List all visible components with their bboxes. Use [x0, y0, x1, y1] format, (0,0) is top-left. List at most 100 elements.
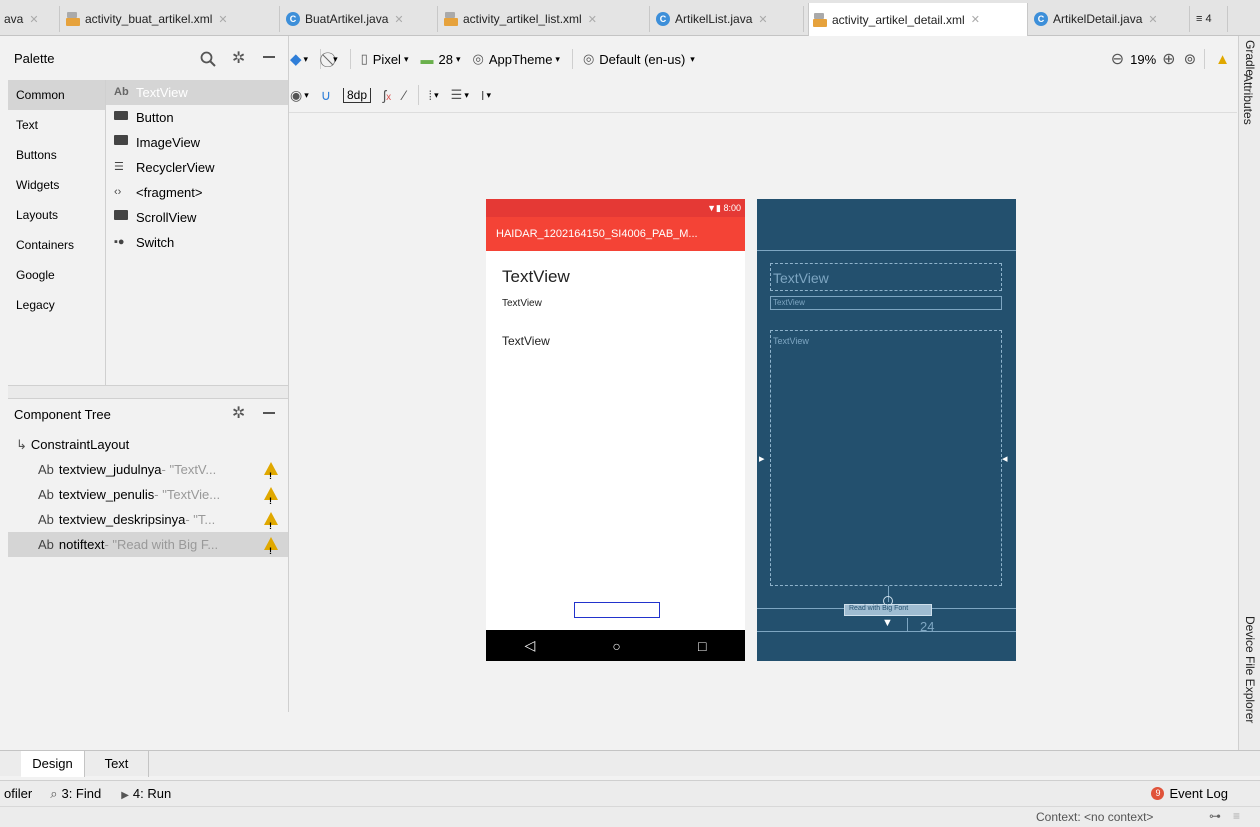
- blueprint-author-box[interactable]: TextView: [770, 296, 1002, 310]
- tab-design[interactable]: Design: [21, 751, 85, 777]
- palette-category-widgets[interactable]: Widgets: [8, 170, 105, 200]
- close-icon[interactable]: ✕: [29, 13, 38, 26]
- autoconnect-button[interactable]: ∪: [321, 87, 331, 104]
- clear-constraints-button[interactable]: ʃx: [383, 87, 391, 103]
- node-id: textview_penulis: [58, 487, 155, 502]
- minimize-icon[interactable]: [263, 412, 275, 414]
- tab-buat-artikel-java[interactable]: C BuatArtikel.java ✕: [282, 6, 438, 32]
- palette-item-switch[interactable]: ▪● Switch: [106, 230, 288, 255]
- blueprint-preview[interactable]: TextView TextView TextView ▸ ◂ Read with…: [757, 199, 1016, 661]
- close-icon[interactable]: ✕: [394, 13, 403, 26]
- palette-item-scrollview[interactable]: ScrollView: [106, 205, 288, 230]
- palette-item-recyclerview[interactable]: ☰ RecyclerView: [106, 155, 288, 180]
- warning-icon[interactable]: [264, 487, 278, 514]
- signal-icon: ▼▮: [707, 203, 724, 213]
- warning-icon[interactable]: [264, 512, 278, 539]
- constraint-arrow-left: ▸: [759, 453, 765, 465]
- node-id: notiftext: [58, 537, 105, 552]
- palette-category-layouts[interactable]: Layouts: [8, 200, 105, 230]
- zoom-level: 19%: [1130, 51, 1157, 67]
- palette-item-label: TextView: [136, 85, 188, 100]
- close-icon[interactable]: ✕: [1148, 13, 1157, 26]
- blueprint-notiftext-box[interactable]: Read with Big Font: [844, 604, 932, 616]
- tab-partial[interactable]: ava ✕: [0, 6, 60, 32]
- zoom-in-button[interactable]: ⊕: [1162, 49, 1175, 69]
- palette-category-text[interactable]: Text: [8, 110, 105, 140]
- infer-constraints-button[interactable]: ⁄: [403, 87, 405, 103]
- search-icon[interactable]: [200, 51, 216, 67]
- close-icon[interactable]: ✕: [218, 13, 227, 26]
- palette-item-fragment[interactable]: ‹› <fragment>: [106, 180, 288, 205]
- tab-artikel-list-java[interactable]: C ArtikelList.java ✕: [652, 6, 804, 32]
- palette-item-textview[interactable]: Ab TextView: [106, 80, 288, 105]
- tree-node-notiftext[interactable]: Ab notiftext- "Read with Big F...: [8, 532, 288, 564]
- palette-category-google[interactable]: Google: [8, 260, 105, 290]
- tab-overflow-button[interactable]: ≡ 4: [1192, 6, 1228, 32]
- close-icon[interactable]: ✕: [971, 13, 980, 26]
- gear-icon[interactable]: ✲: [232, 48, 245, 68]
- tree-node-textview-deskripsinya[interactable]: Ab textview_deskripsinya- "T...: [8, 507, 288, 539]
- zoom-fit-button[interactable]: ⊚: [1184, 50, 1197, 68]
- palette-category-buttons[interactable]: Buttons: [8, 140, 105, 170]
- preview-author-textview[interactable]: TextView: [502, 298, 542, 309]
- close-icon[interactable]: ✕: [588, 13, 597, 26]
- recents-icon: □: [697, 637, 707, 654]
- xml-file-icon: [66, 12, 80, 26]
- palette-category-containers[interactable]: Containers: [8, 230, 105, 260]
- find-tool-button[interactable]: ⌕ 3: Find: [50, 786, 101, 802]
- view-options-button[interactable]: ◉ ▾: [290, 87, 309, 104]
- theme-selector[interactable]: ◎ AppTheme ▾: [472, 51, 559, 67]
- preview-title-textview[interactable]: TextView: [502, 267, 570, 287]
- preview-description-textview[interactable]: TextView: [502, 334, 550, 348]
- palette-category-common[interactable]: Common: [8, 80, 105, 110]
- memory-icon[interactable]: ≡: [1233, 809, 1240, 823]
- guidelines-button[interactable]: I ▾: [481, 88, 491, 103]
- tab-text[interactable]: Text: [85, 751, 149, 777]
- align-button[interactable]: ☰ ▾: [451, 87, 469, 103]
- context-label[interactable]: Context: <no context>: [1036, 810, 1153, 824]
- profiler-tool-button[interactable]: ofiler: [4, 786, 32, 801]
- locale-selector[interactable]: ◎ Default (en-us) ▾: [583, 51, 695, 67]
- panel-splitter[interactable]: [8, 385, 288, 399]
- blueprint-description-box[interactable]: TextView: [770, 330, 1002, 586]
- phone-preview[interactable]: ▼▮ 8:00 HAIDAR_1202164150_SI4006_PAB_M..…: [486, 199, 745, 661]
- pack-button[interactable]: ⁞ ▾: [429, 88, 439, 103]
- gradle-tool-button[interactable]: Gradle: [1243, 40, 1257, 76]
- issues-button[interactable]: ▲: [1215, 51, 1230, 68]
- orientation-button[interactable]: ⃠▾: [331, 51, 338, 68]
- default-margins-button[interactable]: 8dp: [343, 87, 372, 103]
- run-tool-button[interactable]: ▶ 4: Run: [121, 786, 171, 801]
- close-icon[interactable]: ✕: [758, 13, 767, 26]
- event-log-button[interactable]: 9 Event Log: [1151, 786, 1228, 801]
- palette-item-imageview[interactable]: ImageView: [106, 130, 288, 155]
- attributes-tool-button[interactable]: Attributes: [1241, 74, 1255, 125]
- tree-node-textview-judulnya[interactable]: Ab textview_judulnya- "TextV...: [8, 457, 288, 489]
- theme-label: AppTheme: [488, 51, 553, 67]
- warning-icon[interactable]: [264, 462, 278, 489]
- tree-node-textview-penulis[interactable]: Ab textview_penulis- "TextVie...: [8, 482, 288, 514]
- node-hint: - "Read with Big F...: [104, 537, 219, 552]
- button-icon: [114, 105, 132, 130]
- warning-icon[interactable]: [264, 537, 278, 564]
- find-label: 3: Find: [61, 785, 102, 801]
- preview-notiftext-selected[interactable]: [574, 602, 660, 618]
- device-selector[interactable]: ▯ Pixel ▾: [361, 51, 409, 67]
- device-label: Pixel: [372, 51, 401, 67]
- tab-activity-artikel-list-xml[interactable]: activity_artikel_list.xml ✕: [440, 6, 650, 32]
- tree-root[interactable]: ↳ ConstraintLayout: [8, 432, 288, 457]
- zoom-out-button[interactable]: ⊖: [1111, 49, 1124, 69]
- tab-activity-buat-artikel-xml[interactable]: activity_buat_artikel.xml ✕: [62, 6, 280, 32]
- gear-icon[interactable]: ✲: [232, 403, 245, 423]
- lock-icon[interactable]: ⊶: [1209, 809, 1221, 823]
- device-file-explorer-button[interactable]: Device File Explorer: [1243, 616, 1257, 723]
- minimize-icon[interactable]: [263, 56, 275, 58]
- blueprint-title-box[interactable]: TextView: [770, 263, 1002, 291]
- palette-item-button[interactable]: Button: [106, 105, 288, 130]
- tab-activity-artikel-detail-xml[interactable]: activity_artikel_detail.xml ✕: [808, 3, 1028, 36]
- tab-artikel-detail-java[interactable]: C ArtikelDetail.java ✕: [1030, 6, 1190, 32]
- palette-header: Palette ✲: [8, 44, 288, 74]
- palette-category-legacy[interactable]: Legacy: [8, 290, 105, 320]
- toolbar-separator: [571, 49, 573, 69]
- design-surface-button[interactable]: ◆ ▾: [290, 50, 308, 68]
- api-level-selector[interactable]: ▬ 28 ▾: [420, 52, 460, 67]
